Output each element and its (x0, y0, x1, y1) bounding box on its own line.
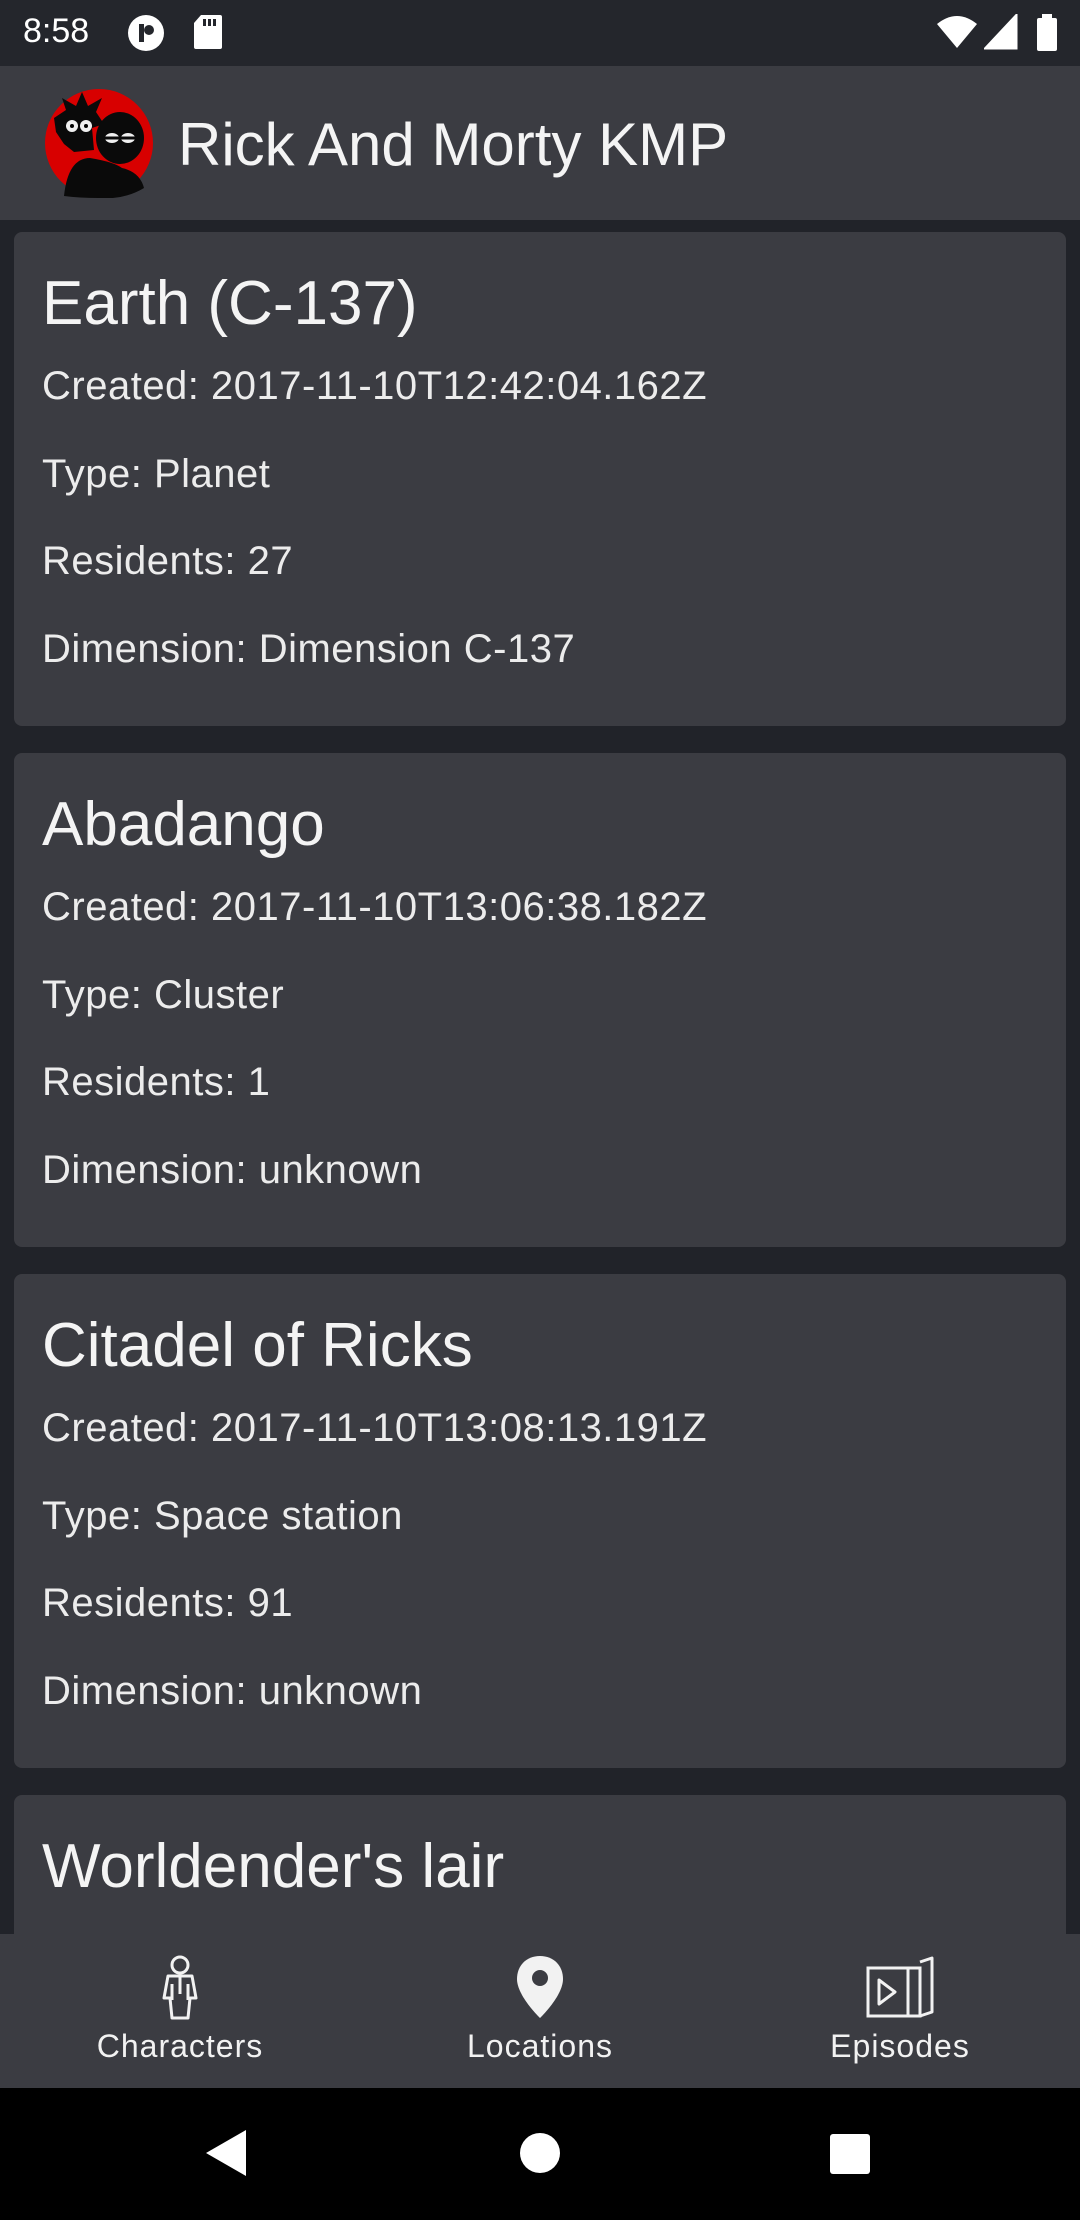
location-created: Created: 2017-11-10T13:08:13.191Z (42, 1406, 708, 1450)
locations-list[interactable]: Earth (C-137) Created: 2017-11-10T12:42:… (0, 220, 1080, 1934)
battery-icon (1037, 14, 1057, 51)
location-created: Created: 2017-11-10T12:42:04.162Z (42, 364, 708, 408)
location-name: Worldender's lair (42, 1832, 505, 1901)
location-type: Type: Cluster (42, 973, 285, 1017)
wifi-icon (937, 16, 977, 48)
home-icon[interactable] (519, 2132, 561, 2174)
nav-label-locations: Locations (467, 2028, 613, 2064)
location-dimension: Dimension: unknown (42, 1669, 423, 1713)
status-bar: 8:58 (0, 0, 1080, 66)
nav-item-locations[interactable]: Locations (360, 1934, 720, 2088)
episodes-icon (866, 1956, 934, 2018)
nav-label-characters: Characters (96, 2028, 264, 2064)
bottom-navigation: Characters Locations Episodes (0, 1934, 1080, 2088)
recents-icon[interactable] (830, 2134, 870, 2174)
back-icon[interactable] (204, 2128, 248, 2178)
status-time: 8:58 (23, 12, 90, 50)
location-name: Citadel of Ricks (42, 1311, 473, 1380)
system-navigation-bar (0, 2088, 1080, 2220)
location-type: Type: Planet (42, 452, 271, 496)
app-title: Rick And Morty KMP (178, 111, 729, 178)
location-card[interactable]: Worldender's lair (14, 1795, 1066, 1934)
location-residents: Residents: 91 (42, 1581, 294, 1625)
nav-label-episodes: Episodes (830, 2028, 970, 2064)
signal-icon (984, 14, 1018, 50)
location-card[interactable]: Earth (C-137) Created: 2017-11-10T12:42:… (14, 232, 1066, 726)
nav-item-episodes[interactable]: Episodes (720, 1934, 1080, 2088)
location-card[interactable]: Abadango Created: 2017-11-10T13:06:38.18… (14, 753, 1066, 1247)
location-dimension: Dimension: Dimension C-137 (42, 627, 576, 671)
location-residents: Residents: 1 (42, 1060, 271, 1104)
location-dimension: Dimension: unknown (42, 1148, 423, 1192)
location-pin-icon (517, 1956, 563, 2018)
character-icon (162, 1955, 198, 2020)
location-type: Type: Space station (42, 1494, 403, 1538)
location-residents: Residents: 27 (42, 539, 294, 583)
nav-item-characters[interactable]: Characters (0, 1934, 360, 2088)
privacy-icon (128, 15, 164, 51)
app-bar: Rick And Morty KMP (0, 66, 1080, 220)
sd-card-icon (194, 15, 222, 49)
location-created: Created: 2017-11-10T13:06:38.182Z (42, 885, 708, 929)
location-name: Earth (C-137) (42, 269, 418, 338)
rick-morty-logo (45, 89, 153, 198)
location-card[interactable]: Citadel of Ricks Created: 2017-11-10T13:… (14, 1274, 1066, 1768)
location-name: Abadango (42, 790, 325, 859)
